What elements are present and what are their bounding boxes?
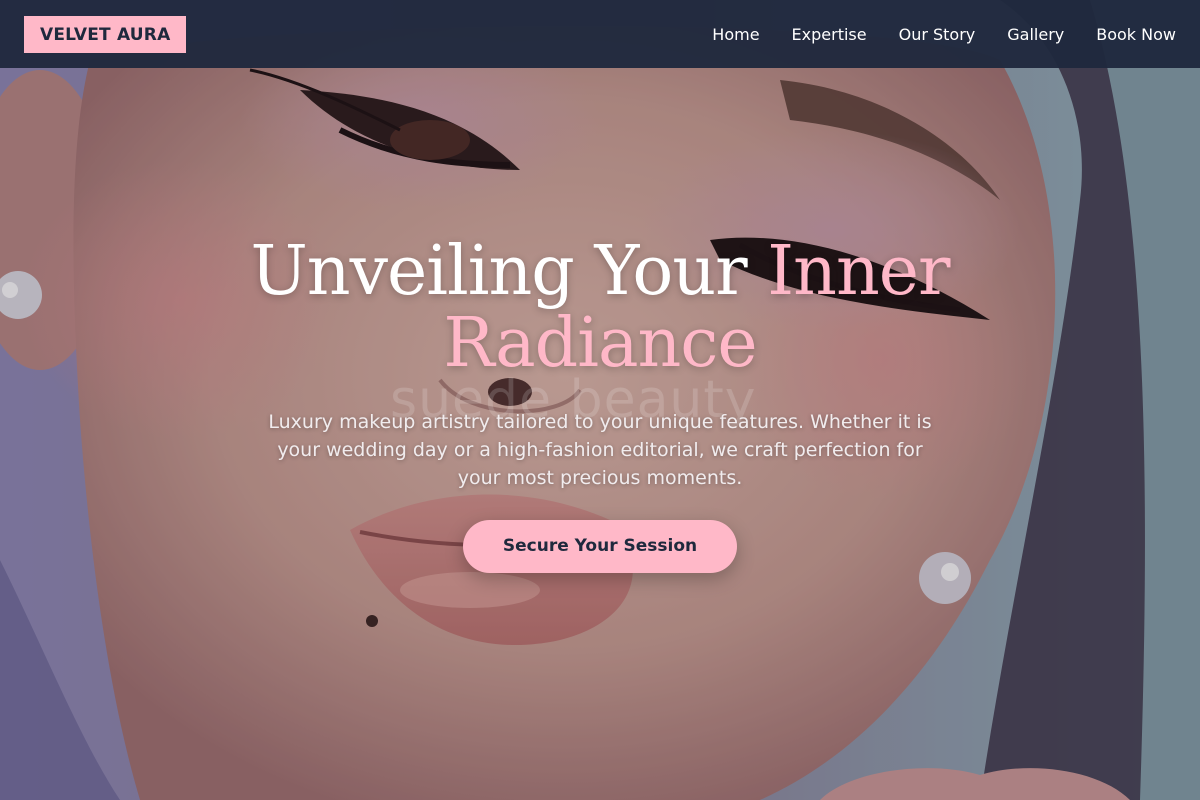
headline-accent-inner: Inner xyxy=(767,232,950,311)
headline-text: Unveiling Your xyxy=(250,232,768,311)
nav-link-gallery[interactable]: Gallery xyxy=(1007,25,1064,44)
nav-link-book-now[interactable]: Book Now xyxy=(1096,25,1176,44)
nav-link-expertise[interactable]: Expertise xyxy=(792,25,867,44)
top-navbar: VELVET AURA Home Expertise Our Story Gal… xyxy=(0,0,1200,68)
hero-subtitle: Luxury makeup artistry tailored to your … xyxy=(268,411,932,489)
brand-logo[interactable]: VELVET AURA xyxy=(24,15,187,53)
nav-link-home[interactable]: Home xyxy=(712,25,759,44)
nav-links: Home Expertise Our Story Gallery Book No… xyxy=(712,25,1176,44)
nav-link-our-story[interactable]: Our Story xyxy=(899,25,976,44)
headline-accent-radiance: Radiance xyxy=(443,304,757,383)
hero-headline: Unveiling Your Inner Radiance xyxy=(0,236,1200,380)
hero-content: Unveiling Your Inner Radiance Luxury mak… xyxy=(0,236,1200,573)
secure-session-button[interactable]: Secure Your Session xyxy=(462,520,738,573)
